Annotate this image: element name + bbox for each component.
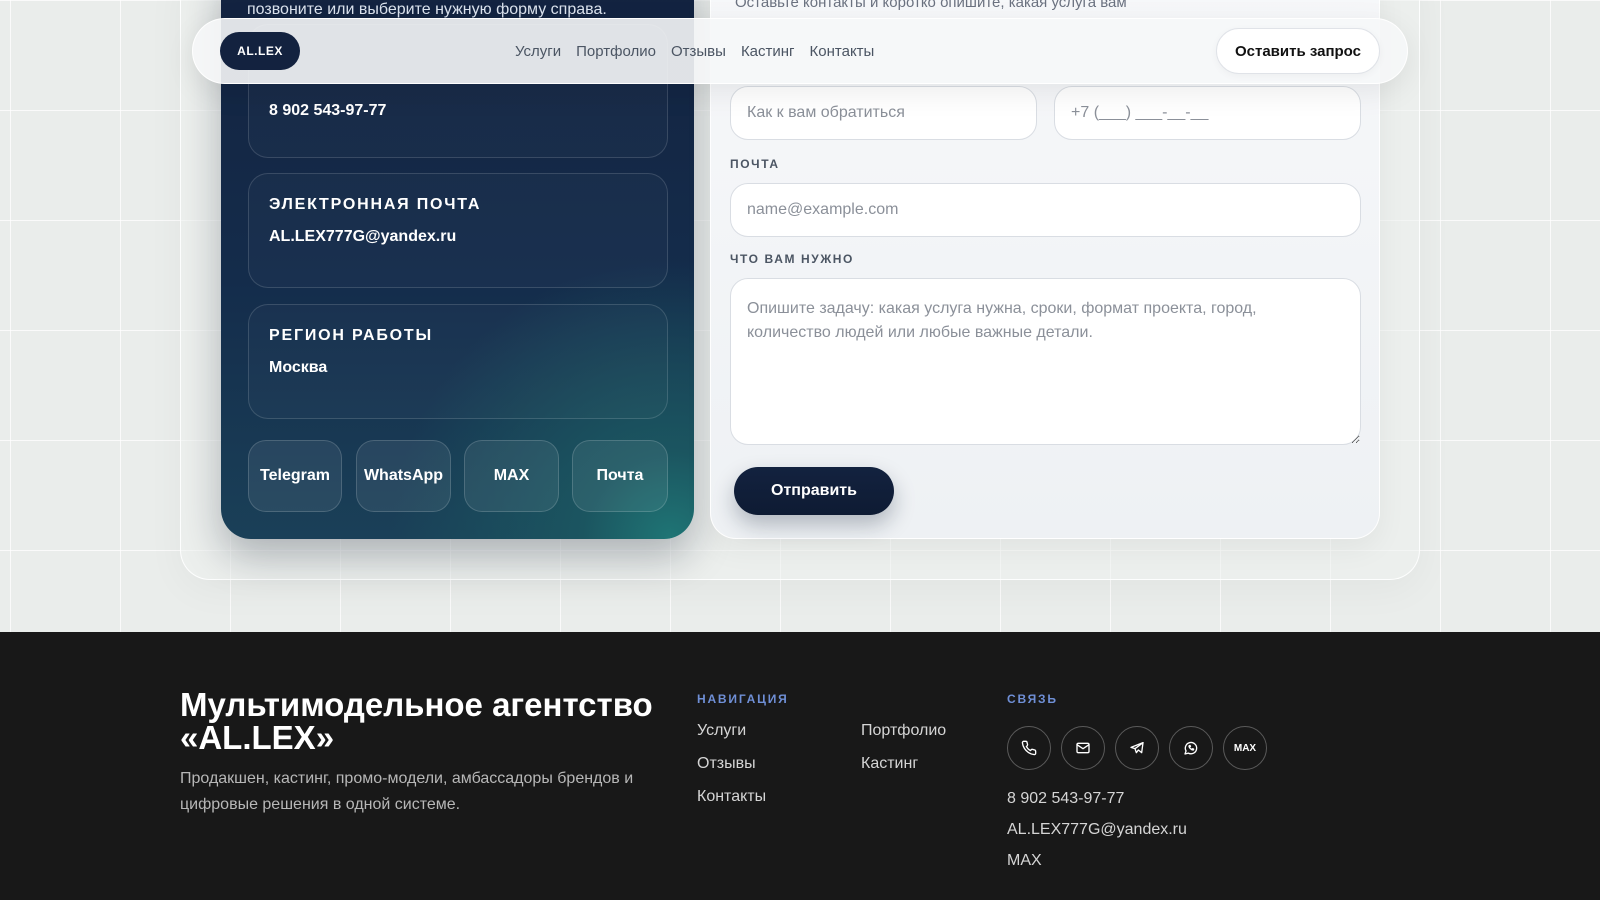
- need-field-label: ЧТО ВАМ НУЖНО: [730, 252, 854, 266]
- email-info-box: ЭЛЕКТРОННАЯ ПОЧТА AL.LEX777G@yandex.ru: [248, 173, 668, 288]
- request-cta-button[interactable]: Оставить запрос: [1215, 28, 1380, 74]
- whatsapp-icon[interactable]: [1169, 726, 1213, 770]
- max-icon[interactable]: MAX: [1223, 726, 1267, 770]
- nav-link-contacts[interactable]: Контакты: [810, 43, 875, 60]
- submit-button[interactable]: Отправить: [734, 467, 894, 515]
- mail-button[interactable]: Почта: [572, 440, 668, 512]
- footer-max[interactable]: MAX: [1007, 852, 1042, 870]
- mail-icon[interactable]: [1061, 726, 1105, 770]
- phone-value: 8 902 543-97-77: [269, 102, 387, 119]
- footer-email[interactable]: AL.LEX777G@yandex.ru: [1007, 821, 1187, 839]
- nav-link-casting[interactable]: Кастинг: [741, 43, 795, 60]
- phone-icon[interactable]: [1007, 726, 1051, 770]
- footer: Мультимодельное агентство «AL.LEX» Прода…: [0, 632, 1600, 900]
- footer-link-contacts[interactable]: Контакты: [697, 788, 766, 806]
- footer-contact-heading: СВЯЗЬ: [1007, 692, 1058, 706]
- name-input[interactable]: [730, 86, 1037, 140]
- footer-nav-heading: НАВИГАЦИЯ: [697, 692, 789, 706]
- email-field-label: ПОЧТА: [730, 157, 780, 171]
- contact-intro-text: позвоните или выберите нужную форму спра…: [247, 1, 607, 18]
- region-value: Москва: [269, 359, 328, 376]
- footer-description: Продакшен, кастинг, промо-модели, амбасс…: [180, 770, 634, 813]
- telegram-icon[interactable]: [1115, 726, 1159, 770]
- form-intro-text: Оставьте контакты и коротко опишите, как…: [735, 0, 1127, 11]
- top-navbar: AL.LEX Услуги Портфолио Отзывы Кастинг К…: [192, 18, 1408, 84]
- whatsapp-button[interactable]: WhatsApp: [356, 440, 451, 512]
- email-input[interactable]: [730, 183, 1361, 237]
- footer-link-portfolio[interactable]: Портфолио: [861, 722, 946, 740]
- email-label: ЭЛЕКТРОННАЯ ПОЧТА: [269, 196, 482, 213]
- nav-link-reviews[interactable]: Отзывы: [671, 43, 726, 60]
- region-label: РЕГИОН РАБОТЫ: [269, 327, 433, 344]
- footer-phone[interactable]: 8 902 543-97-77: [1007, 790, 1124, 808]
- nav-links: Услуги Портфолио Отзывы Кастинг Контакты: [515, 43, 874, 60]
- logo[interactable]: AL.LEX: [220, 32, 300, 70]
- nav-link-portfolio[interactable]: Портфолио: [576, 43, 656, 60]
- nav-link-services[interactable]: Услуги: [515, 43, 561, 60]
- max-button[interactable]: MAX: [464, 440, 559, 512]
- footer-link-services[interactable]: Услуги: [697, 722, 746, 740]
- email-value: AL.LEX777G@yandex.ru: [269, 228, 457, 245]
- region-info-box: РЕГИОН РАБОТЫ Москва: [248, 304, 668, 419]
- footer-link-reviews[interactable]: Отзывы: [697, 755, 756, 773]
- footer-title: Мультимодельное агентство «AL.LEX»: [180, 686, 653, 756]
- need-textarea[interactable]: [730, 278, 1361, 445]
- footer-link-casting[interactable]: Кастинг: [861, 755, 918, 773]
- phone-input[interactable]: [1054, 86, 1361, 140]
- max-icon-label: MAX: [1233, 742, 1257, 754]
- telegram-button[interactable]: Telegram: [248, 440, 342, 512]
